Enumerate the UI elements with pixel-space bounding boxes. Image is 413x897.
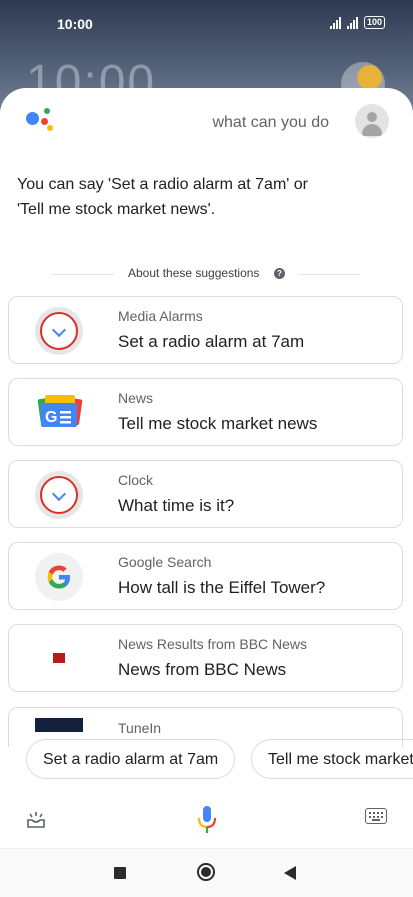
status-time: 10:00 bbox=[57, 16, 93, 32]
suggestion-source: Media Alarms bbox=[118, 308, 203, 324]
clock-icon bbox=[35, 471, 83, 519]
suggestion-chip[interactable]: Tell me stock market news bbox=[251, 739, 413, 779]
suggestion-source: News bbox=[118, 390, 154, 406]
suggestion-card-clock[interactable]: Clock What time is it? bbox=[8, 460, 403, 528]
suggestion-card-media-alarms[interactable]: Media Alarms Set a radio alarm at 7am bbox=[8, 296, 403, 364]
suggestion-title: What time is it? bbox=[118, 496, 235, 515]
avatar[interactable] bbox=[355, 104, 389, 138]
microphone-icon[interactable] bbox=[196, 804, 218, 836]
assistant-answer: You can say 'Set a radio alarm at 7am' o… bbox=[17, 172, 347, 222]
bbc-news-icon bbox=[35, 635, 83, 683]
suggestion-card-news[interactable]: G News Tell me stock market news bbox=[8, 378, 403, 446]
google-news-icon: G bbox=[35, 389, 83, 437]
status-bar: 10:00 100 bbox=[0, 0, 413, 48]
signal-icon bbox=[346, 16, 358, 29]
suggestion-title: Set a radio alarm at 7am bbox=[118, 332, 305, 351]
signal-icon bbox=[329, 16, 341, 29]
suggestions-header-label: About these suggestions bbox=[128, 266, 260, 280]
keyboard-icon[interactable] bbox=[365, 808, 387, 824]
home-icon[interactable] bbox=[197, 863, 215, 881]
recents-icon[interactable] bbox=[114, 867, 126, 879]
help-icon[interactable]: ? bbox=[274, 268, 285, 279]
assistant-toolbar bbox=[0, 799, 413, 839]
suggestion-card-google-search[interactable]: Google Search How tall is the Eiffel Tow… bbox=[8, 542, 403, 610]
google-assistant-logo-icon bbox=[26, 108, 60, 138]
battery-icon: 100 bbox=[363, 16, 385, 29]
google-g-icon bbox=[35, 553, 83, 601]
user-query: what can you do bbox=[212, 114, 329, 131]
tunein-icon bbox=[35, 718, 83, 732]
suggestion-source: Google Search bbox=[118, 554, 212, 570]
suggestion-card-bbc-news[interactable]: News Results from BBC News News from BBC… bbox=[8, 624, 403, 692]
suggestion-chip[interactable]: Set a radio alarm at 7am bbox=[26, 739, 236, 779]
assistant-sheet: what can you do You can say 'Set a radio… bbox=[0, 88, 413, 897]
suggestion-title: Tell me stock market news bbox=[118, 414, 318, 433]
answer-line: You can say 'Set a radio alarm at 7am' o… bbox=[17, 176, 309, 193]
svg-text:G: G bbox=[45, 409, 57, 426]
divider bbox=[298, 274, 360, 275]
suggestion-source: Clock bbox=[118, 472, 154, 488]
answer-line: 'Tell me stock market news'. bbox=[17, 201, 216, 218]
suggestion-source: News Results from BBC News bbox=[118, 636, 308, 652]
suggestion-title: How tall is the Eiffel Tower? bbox=[118, 578, 326, 597]
clock-icon bbox=[35, 307, 83, 355]
back-icon[interactable] bbox=[284, 866, 296, 880]
navigation-bar bbox=[0, 848, 413, 897]
suggestion-source: TuneIn bbox=[118, 720, 162, 736]
suggestions-header[interactable]: About these suggestions ? bbox=[52, 265, 360, 283]
suggestion-chips: Set a radio alarm at 7am Tell me stock m… bbox=[0, 739, 413, 781]
snapshot-tray-icon[interactable] bbox=[26, 811, 46, 829]
divider bbox=[52, 274, 114, 275]
suggestion-title: News from BBC News bbox=[118, 660, 287, 679]
